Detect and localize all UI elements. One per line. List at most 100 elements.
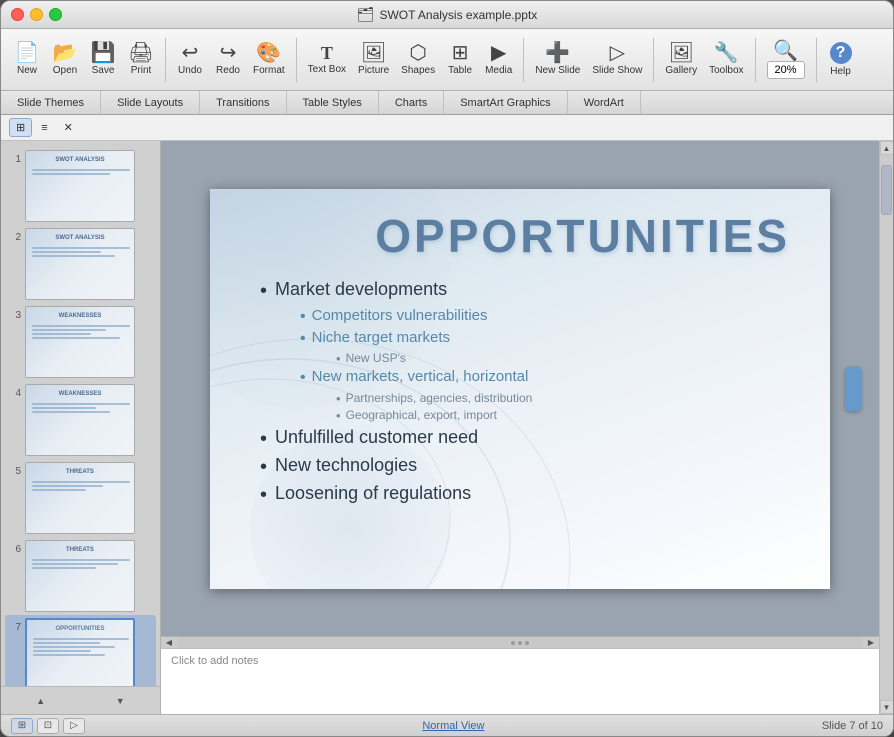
- close-panel-button[interactable]: ✕: [57, 118, 80, 137]
- document-icon: 🗂: [357, 6, 375, 23]
- slide-content: OPPORTUNITIES Market developments Compet…: [210, 189, 830, 589]
- traffic-lights: [11, 8, 62, 21]
- scroll-track[interactable]: [880, 155, 893, 700]
- slideshow-icon: ▷: [610, 43, 625, 63]
- slide-thumb-4[interactable]: 4 WEAKNESSES: [5, 381, 156, 459]
- new-button[interactable]: 📄 New: [9, 41, 45, 78]
- slide-heading: OPPORTUNITIES: [260, 209, 800, 263]
- h-dot: [518, 641, 522, 645]
- toolbox-button[interactable]: 🔧 Toolbox: [704, 41, 748, 78]
- format-button[interactable]: 🎨 Format: [248, 41, 290, 78]
- slide-thumb-5[interactable]: 5 THREATS: [5, 459, 156, 537]
- format-icon: 🎨: [256, 43, 281, 63]
- close-button[interactable]: [11, 8, 24, 21]
- new-slide-button[interactable]: ➕ New Slide: [530, 41, 585, 78]
- window-title: 🗂 SWOT Analysis example.pptx: [357, 6, 538, 23]
- panel-scroll-up[interactable]: ▲: [1, 687, 81, 714]
- title-bar: 🗂 SWOT Analysis example.pptx: [1, 1, 893, 29]
- save-icon: 💾: [91, 43, 116, 63]
- zoom-button[interactable]: 🔍: [762, 39, 810, 81]
- table-icon: ⊞: [452, 43, 469, 63]
- tab-slide-layouts[interactable]: Slide Layouts: [101, 91, 200, 114]
- print-button[interactable]: 🖨 Print: [123, 41, 159, 78]
- shapes-button[interactable]: ⬡ Shapes: [396, 41, 440, 78]
- textbox-button[interactable]: T Text Box: [303, 42, 351, 77]
- undo-icon: ↩: [182, 43, 199, 63]
- tab-wordart[interactable]: WordArt: [568, 91, 641, 114]
- view-controls: ⊞ ⊡ ▷: [11, 718, 85, 734]
- slide-area: OPPORTUNITIES Market developments Compet…: [161, 141, 879, 714]
- ribbon: Slide Themes Slide Layouts Transitions T…: [1, 91, 893, 115]
- slide-sorter-button[interactable]: ⊡: [37, 718, 59, 734]
- presenter-view-button[interactable]: ▷: [63, 718, 85, 734]
- minimize-button[interactable]: [30, 8, 43, 21]
- tab-smartart[interactable]: SmartArt Graphics: [444, 91, 567, 114]
- scroll-down-arrow[interactable]: ▼: [880, 700, 894, 714]
- gallery-button[interactable]: 🖼 Gallery: [660, 41, 702, 78]
- application-window: 🗂 SWOT Analysis example.pptx 📄 New 📂 Ope…: [0, 0, 894, 737]
- new-icon: 📄: [15, 43, 40, 63]
- table-button[interactable]: ⊞ Table: [442, 41, 478, 78]
- notes-area[interactable]: Click to add notes: [161, 648, 879, 714]
- toolbar-separator-4: [653, 38, 654, 82]
- redo-icon: ↪: [220, 43, 237, 63]
- grid-view-button[interactable]: ⊞: [9, 118, 32, 137]
- bullet-new-technologies: New technologies: [260, 455, 800, 479]
- slide-preview-7: OPPORTUNITIES: [25, 618, 135, 686]
- normal-view-button[interactable]: ⊞: [11, 718, 33, 734]
- bullet-new-markets: New markets, vertical, horizontal: [300, 368, 800, 387]
- toolbar-separator-2: [296, 38, 297, 82]
- slide-thumb-7[interactable]: 7 OPPORTUNITIES: [5, 615, 156, 686]
- h-scroll-right[interactable]: ▶: [863, 637, 879, 649]
- slide-scroll-indicator[interactable]: [845, 367, 861, 411]
- scroll-thumb[interactable]: [881, 165, 892, 215]
- open-icon: 📂: [53, 43, 78, 63]
- picture-button[interactable]: 🖼 Picture: [353, 41, 394, 78]
- slide-thumb-3[interactable]: 3 WEAKNESSES: [5, 303, 156, 381]
- sub-toolbar: ⊞ ≡ ✕: [1, 115, 893, 141]
- textbox-icon: T: [321, 44, 333, 62]
- undo-button[interactable]: ↩ Undo: [172, 41, 208, 78]
- save-button[interactable]: 💾 Save: [85, 41, 121, 78]
- slide-canvas[interactable]: OPPORTUNITIES Market developments Compet…: [210, 189, 830, 589]
- bullet-usp: New USP's: [336, 351, 800, 367]
- slide-preview-3: WEAKNESSES: [25, 306, 135, 378]
- tab-charts[interactable]: Charts: [379, 91, 444, 114]
- tab-transitions[interactable]: Transitions: [200, 91, 286, 114]
- slide-thumb-2[interactable]: 2 SWOT ANALYSIS: [5, 225, 156, 303]
- tab-table-styles[interactable]: Table Styles: [287, 91, 379, 114]
- horizontal-scrollbar[interactable]: ◀ ▶: [161, 636, 879, 648]
- open-button[interactable]: 📂 Open: [47, 41, 83, 78]
- h-dot: [511, 641, 515, 645]
- slide-panel: 1 SWOT ANALYSIS 2 SWOT ANALYSIS: [1, 141, 161, 714]
- list-view-button[interactable]: ≡: [34, 119, 54, 137]
- status-bar: ⊞ ⊡ ▷ Normal View Slide 7 of 10: [1, 714, 893, 736]
- toolbox-icon: 🔧: [714, 43, 739, 63]
- maximize-button[interactable]: [49, 8, 62, 21]
- h-scroll-left[interactable]: ◀: [161, 637, 177, 649]
- picture-icon: 🖼: [361, 43, 386, 63]
- view-label[interactable]: Normal View: [422, 720, 484, 732]
- h-dot: [525, 641, 529, 645]
- slide-thumb-6[interactable]: 6 THREATS: [5, 537, 156, 615]
- media-icon: ▶: [491, 43, 506, 63]
- redo-button[interactable]: ↪ Redo: [210, 41, 246, 78]
- bullet-list: Market developments Competitors vulnerab…: [260, 279, 800, 507]
- slide-thumb-1[interactable]: 1 SWOT ANALYSIS: [5, 147, 156, 225]
- new-slide-icon: ➕: [545, 43, 570, 63]
- notes-placeholder[interactable]: Click to add notes: [171, 655, 258, 667]
- slide-panel-scroll[interactable]: 1 SWOT ANALYSIS 2 SWOT ANALYSIS: [1, 141, 160, 686]
- tab-slide-themes[interactable]: Slide Themes: [1, 91, 101, 114]
- help-button[interactable]: ? Help: [823, 40, 859, 79]
- slide-preview-2: SWOT ANALYSIS: [25, 228, 135, 300]
- slideshow-button[interactable]: ▷ Slide Show: [587, 41, 647, 78]
- bullet-regulations: Loosening of regulations: [260, 483, 800, 507]
- slide-canvas-wrap[interactable]: OPPORTUNITIES Market developments Compet…: [161, 141, 879, 636]
- zoom-input[interactable]: [767, 61, 805, 79]
- media-button[interactable]: ▶ Media: [480, 41, 517, 78]
- right-scrollbar: ▲ ▼: [879, 141, 893, 714]
- scroll-up-arrow[interactable]: ▲: [880, 141, 894, 155]
- h-scroll-track: [177, 641, 863, 645]
- panel-scroll-down[interactable]: ▼: [81, 687, 161, 714]
- main-content: 1 SWOT ANALYSIS 2 SWOT ANALYSIS: [1, 141, 893, 714]
